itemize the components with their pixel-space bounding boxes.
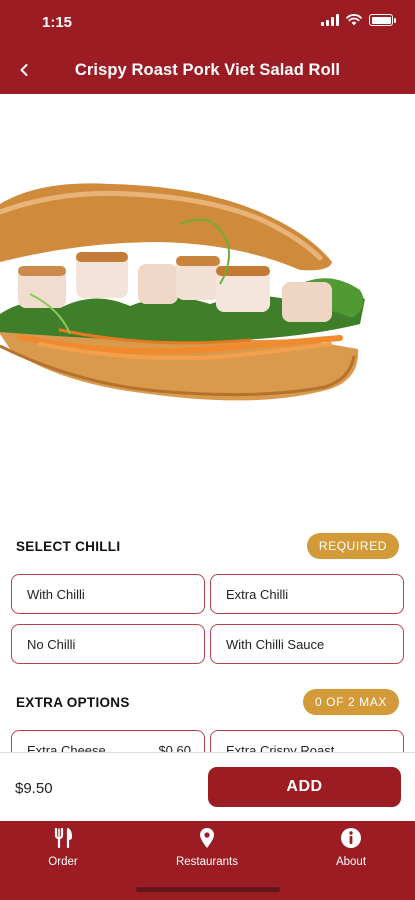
extra-options-section-header: EXTRA OPTIONS 0 OF 2 MAX bbox=[16, 689, 399, 719]
tab-order[interactable]: Order bbox=[8, 826, 118, 868]
option-label: With Chilli Sauce bbox=[226, 636, 325, 652]
option-with-chilli-sauce[interactable]: With Chilli Sauce bbox=[210, 624, 404, 664]
info-icon bbox=[341, 828, 361, 848]
required-badge: REQUIRED bbox=[306, 533, 399, 559]
tab-about[interactable]: About bbox=[296, 826, 406, 868]
option-price: $0.60 bbox=[158, 743, 191, 752]
tab-bar: Order Restaurants About bbox=[0, 821, 415, 900]
wifi-icon bbox=[346, 14, 362, 26]
option-extra-chilli[interactable]: Extra Chilli bbox=[210, 574, 404, 614]
map-pin-icon bbox=[200, 828, 214, 848]
status-time: 1:15 bbox=[42, 14, 73, 31]
status-bar: 1:15 bbox=[0, 0, 415, 46]
option-label: With Chilli bbox=[27, 586, 85, 602]
max-count-badge: 0 OF 2 MAX bbox=[302, 689, 399, 715]
total-price: $9.50 bbox=[15, 780, 53, 797]
option-label: Extra Crispy Roast bbox=[226, 743, 335, 752]
section-title: SELECT CHILLI bbox=[16, 539, 121, 554]
fork-knife-icon bbox=[54, 827, 73, 849]
option-label: No Chilli bbox=[27, 636, 76, 652]
header: Crispy Roast Pork Viet Salad Roll bbox=[0, 46, 415, 94]
battery-icon bbox=[369, 14, 396, 26]
add-to-order-bar: $9.50 ADD bbox=[0, 753, 415, 821]
tab-label: Order bbox=[48, 856, 78, 868]
option-label: Extra Chilli bbox=[226, 586, 289, 602]
option-label: Extra Cheese bbox=[27, 743, 106, 752]
option-with-chilli[interactable]: With Chilli bbox=[11, 574, 205, 614]
product-image bbox=[0, 94, 415, 504]
home-indicator bbox=[136, 887, 280, 892]
add-button[interactable]: ADD bbox=[208, 767, 401, 807]
status-icons bbox=[321, 14, 396, 26]
select-chilli-section-header: SELECT CHILLI REQUIRED bbox=[16, 533, 399, 563]
option-extra-cheese[interactable]: Extra Cheese $0.60 bbox=[11, 730, 205, 752]
option-no-chilli[interactable]: No Chilli bbox=[11, 624, 205, 664]
page-title: Crispy Roast Pork Viet Salad Roll bbox=[74, 61, 341, 79]
tab-label: Restaurants bbox=[175, 856, 238, 868]
section-title: EXTRA OPTIONS bbox=[16, 695, 130, 710]
signal-icon bbox=[321, 14, 339, 26]
tab-label: About bbox=[335, 856, 367, 868]
option-extra-crispy-roast[interactable]: Extra Crispy Roast bbox=[210, 730, 404, 752]
tab-restaurants[interactable]: Restaurants bbox=[152, 826, 262, 868]
